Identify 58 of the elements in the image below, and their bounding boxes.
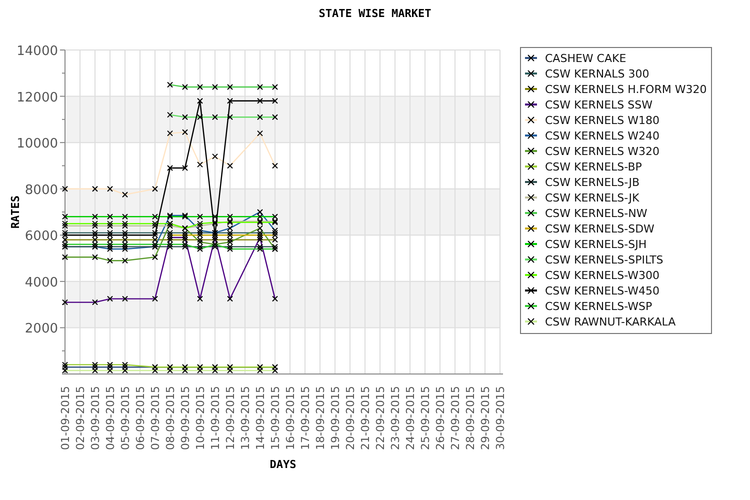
tick-label: 20-09-2015 <box>344 386 357 450</box>
tick-label: 08-09-2015 <box>164 386 177 450</box>
legend-item: CSW KERNELS-W300 <box>545 269 660 282</box>
tick-label: 27-09-2015 <box>449 386 462 450</box>
tick-label: 28-09-2015 <box>464 386 477 450</box>
legend-item: CSW KERNELS-SJH <box>545 238 647 251</box>
legend-item: CSW KERNELS-SDW <box>545 222 654 236</box>
tick-label: 12000 <box>16 90 58 106</box>
legend-item: CASHEW CAKE <box>545 52 626 65</box>
tick-label: 06-09-2015 <box>134 386 147 450</box>
tick-label: 23-09-2015 <box>389 386 402 450</box>
legend-item: CSW KERNELS-JK <box>545 192 640 204</box>
tick-label: 09-09-2015 <box>179 386 192 450</box>
tick-label: 25-09-2015 <box>419 386 432 450</box>
tick-label: 30-09-2015 <box>494 386 507 450</box>
tick-label: 18-09-2015 <box>314 386 327 450</box>
legend-item: CSW KERNELS-SPILTS <box>545 254 664 266</box>
tick-label: 02-09-2015 <box>74 386 87 450</box>
legend-item: CSW KERNELS W180 <box>545 114 660 127</box>
tick-label: 24-09-2015 <box>404 386 417 450</box>
tick-label: 29-09-2015 <box>479 386 492 450</box>
tick-label: 8000 <box>24 182 58 198</box>
tick-label: 14000 <box>16 44 58 59</box>
legend-item: CSW KERNELS-BP <box>545 160 642 174</box>
legend-item: CSW KERNELS W320 <box>545 145 660 158</box>
tick-label: 04-09-2015 <box>104 386 117 450</box>
tick-label: 17-09-2015 <box>299 386 312 450</box>
tick-label: 10-09-2015 <box>194 386 207 450</box>
axis-title: RATES <box>9 195 22 229</box>
legend-item: CSW KERNELS-W450 <box>545 284 660 298</box>
legend-item: CSW KERNELS-NW <box>545 207 648 220</box>
tick-label: 14-09-2015 <box>254 386 267 450</box>
tick-label: 15-09-2015 <box>269 386 282 450</box>
tick-label: 4000 <box>24 275 58 290</box>
legend-item: CSW KERNALS 300 <box>545 68 650 80</box>
tick-label: 2000 <box>24 322 58 337</box>
tick-label: 16-09-2015 <box>284 386 297 450</box>
legend-item: CSW KERNELS-JB <box>545 176 640 189</box>
legend-item: CSW KERNELS W240 <box>545 130 660 142</box>
legend-item: CSW KERNELS H.FORM W320 <box>545 83 707 96</box>
tick-label: 01-09-2015 <box>59 386 72 450</box>
tick-label: 07-09-2015 <box>149 386 162 450</box>
tick-label: 21-09-2015 <box>359 386 372 450</box>
tick-label: 10000 <box>16 136 58 152</box>
tick-label: 13-09-2015 <box>239 386 252 450</box>
legend-item: CSW RAWNUT-KARKALA <box>545 316 676 328</box>
tick-label: 22-09-2015 <box>374 386 387 450</box>
legend-item: CSW KERNELS SSW <box>545 98 652 112</box>
tick-label: 26-09-2015 <box>434 386 447 450</box>
tick-label: 11-09-2015 <box>209 386 222 450</box>
axis-title: DAYS <box>270 458 296 471</box>
tick-label: 05-09-2015 <box>119 386 132 450</box>
tick-label: 19-09-2015 <box>329 386 342 450</box>
tick-label: 03-09-2015 <box>89 386 102 450</box>
legend-item: CSW KERNELS-WSP <box>545 300 652 313</box>
chart-title: STATE WISE MARKET <box>318 7 432 20</box>
tick-label: 6000 <box>24 229 58 244</box>
tick-label: 12-09-2015 <box>224 386 237 450</box>
